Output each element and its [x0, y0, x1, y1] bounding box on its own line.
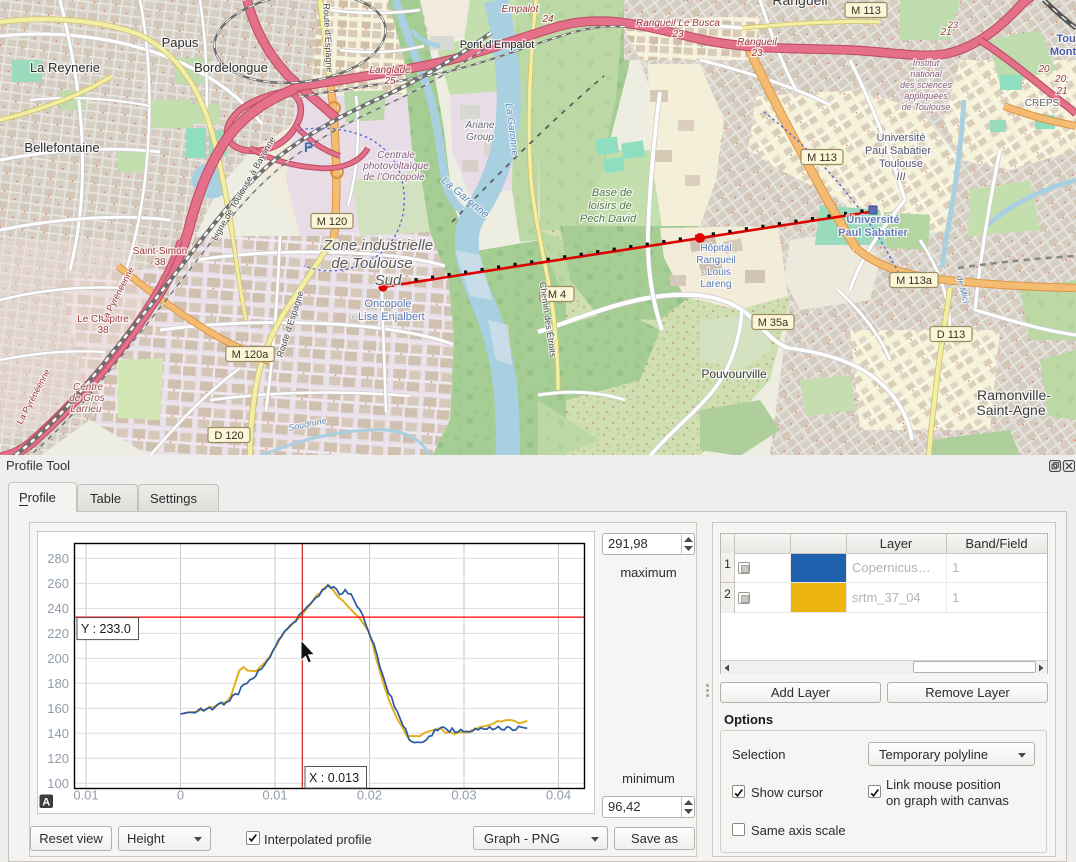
svg-text:25: 25: [383, 76, 396, 87]
svg-text:X : 0.013: X : 0.013: [309, 771, 359, 785]
svg-text:120: 120: [47, 751, 69, 766]
svg-text:Langlade: Langlade: [369, 65, 411, 76]
svg-text:Université: Université: [877, 132, 926, 144]
svg-text:Papus: Papus: [162, 35, 199, 50]
svg-text:23: 23: [750, 48, 763, 59]
svg-text:280: 280: [47, 551, 69, 566]
svg-text:Oncopole: Oncopole: [364, 298, 411, 310]
svg-text:Bordelongue: Bordelongue: [194, 60, 268, 75]
svg-text:Larrieu: Larrieu: [70, 404, 102, 415]
svg-text:Lareng: Lareng: [700, 279, 731, 290]
svg-text:M 113a: M 113a: [896, 275, 933, 287]
svg-text:21: 21: [1055, 86, 1067, 97]
svg-text:Ariane: Ariane: [465, 120, 495, 131]
svg-text:Saint-Agne: Saint-Agne: [976, 402, 1045, 418]
svg-text:D 120: D 120: [214, 430, 243, 442]
svg-text:Université: Université: [846, 214, 899, 226]
svg-text:0.03: 0.03: [451, 788, 476, 803]
svg-text:appliquées: appliquées: [904, 91, 948, 101]
svg-text:200: 200: [47, 651, 69, 666]
svg-text:220: 220: [47, 626, 69, 641]
svg-text:Centre: Centre: [73, 382, 103, 393]
svg-text:0.01: 0.01: [262, 788, 287, 803]
svg-text:Group: Group: [466, 132, 494, 143]
svg-text:Ramonville-: Ramonville-: [977, 387, 1051, 403]
svg-text:Sud: Sud: [375, 272, 402, 289]
svg-text:D 113: D 113: [937, 329, 966, 341]
svg-text:Y : 233.0: Y : 233.0: [81, 622, 131, 636]
svg-text:photovoltaïque: photovoltaïque: [362, 161, 429, 172]
svg-text:de Toulouse: de Toulouse: [902, 102, 951, 112]
svg-text:160: 160: [47, 701, 69, 716]
svg-text:100: 100: [47, 776, 69, 791]
svg-text:Bellefontaine: Bellefontaine: [24, 140, 99, 155]
svg-text:260: 260: [47, 576, 69, 591]
svg-text:Pouvourville: Pouvourville: [701, 367, 767, 381]
svg-text:23: 23: [947, 20, 958, 30]
svg-text:140: 140: [47, 726, 69, 741]
svg-text:loisirs de: loisirs de: [588, 200, 631, 212]
svg-text:Paul Sabatier: Paul Sabatier: [865, 145, 931, 157]
svg-text:0.04: 0.04: [546, 788, 571, 803]
svg-text:Pech David: Pech David: [580, 213, 637, 225]
svg-text:P: P: [304, 139, 313, 155]
svg-text:de Gros: de Gros: [69, 393, 105, 404]
svg-text:Rangueil Le Busca: Rangueil Le Busca: [636, 18, 720, 29]
svg-text:Pont d’Empalot: Pont d’Empalot: [460, 39, 535, 51]
svg-text:20: 20: [1037, 64, 1050, 75]
svg-text:Base de: Base de: [592, 187, 632, 199]
svg-text:180: 180: [47, 676, 69, 691]
svg-text:Mont: Mont: [1050, 46, 1076, 58]
svg-text:38: 38: [97, 325, 109, 336]
svg-text:0.01: 0.01: [73, 788, 98, 803]
svg-text:38: 38: [154, 257, 166, 268]
svg-text:M 113: M 113: [851, 5, 881, 17]
svg-text:20;: 20;: [1054, 74, 1069, 85]
svg-text:24: 24: [541, 14, 554, 25]
svg-text:Institut: Institut: [913, 58, 940, 68]
svg-text:- Lise Enjalbert: - Lise Enjalbert: [351, 311, 424, 323]
svg-text:des sciences: des sciences: [900, 80, 953, 90]
svg-text:23: 23: [671, 29, 684, 40]
svg-text:de Toulouse: de Toulouse: [331, 255, 412, 272]
svg-text:La Reynerie: La Reynerie: [30, 60, 100, 75]
svg-text:Tou: Tou: [1056, 33, 1075, 45]
svg-text:Rangueil: Rangueil: [737, 37, 777, 48]
svg-text:national: national: [910, 69, 943, 79]
svg-text:Zone industrielle: Zone industrielle: [322, 237, 433, 254]
svg-text:0: 0: [177, 788, 184, 803]
svg-text:de l’Oncopole: de l’Oncopole: [363, 172, 425, 183]
svg-text:Empalot: Empalot: [502, 4, 540, 15]
svg-text:Saint-Simon: Saint-Simon: [133, 246, 187, 257]
svg-text:M 120: M 120: [317, 216, 348, 228]
svg-text:Toulouse: Toulouse: [879, 158, 923, 170]
svg-text:M 120a: M 120a: [232, 349, 270, 361]
svg-text:M 35a: M 35a: [758, 317, 789, 329]
svg-text:0.02: 0.02: [357, 788, 382, 803]
svg-text:Paul Sabatier: Paul Sabatier: [838, 227, 908, 239]
svg-text:M 113: M 113: [807, 152, 837, 164]
svg-text:III: III: [896, 171, 905, 183]
svg-text:Hôpital: Hôpital: [700, 243, 731, 254]
svg-text:Rangueil: Rangueil: [772, 0, 827, 8]
svg-text:CREPS: CREPS: [1025, 98, 1060, 109]
svg-text:- Louis: - Louis: [701, 267, 731, 278]
svg-text:240: 240: [47, 601, 69, 616]
svg-text:A: A: [42, 797, 50, 809]
svg-text:Rangueil: Rangueil: [696, 255, 735, 266]
svg-text:Centrale: Centrale: [377, 150, 415, 161]
